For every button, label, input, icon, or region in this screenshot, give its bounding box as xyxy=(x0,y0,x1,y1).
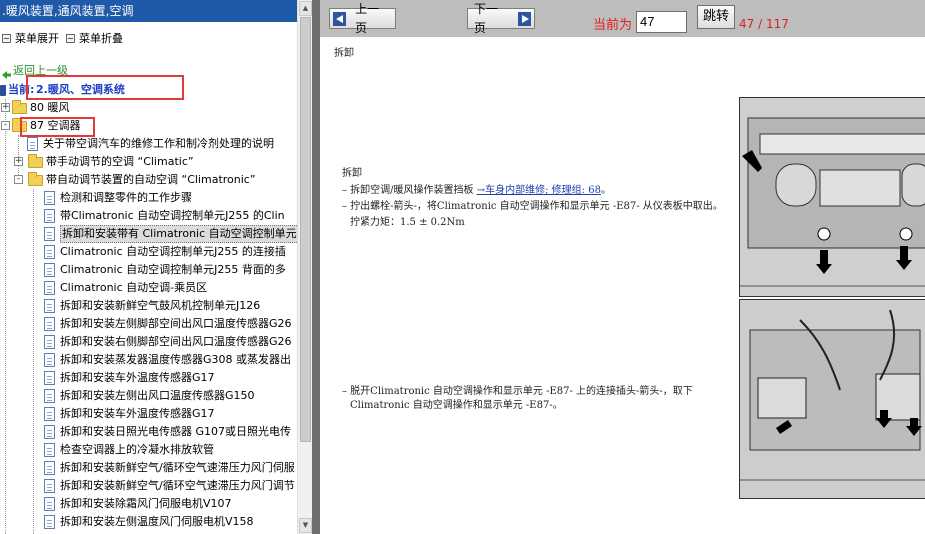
step-1: – 拆卸空调/暖风操作装置挡板 →车身内部维修; 修理组: 68。 xyxy=(342,184,611,197)
tree-item-label: 拆卸和安装左侧脚部空间出风口温度传感器G26 xyxy=(60,317,292,330)
back-arrow-icon xyxy=(2,67,11,79)
document-icon xyxy=(44,263,55,277)
tree-panel: .暖风装置,通风装置,空调 菜单展开 菜单折叠 返回上一级 当前: 2.暖风、空… xyxy=(0,0,312,534)
tree-item-label: 拆卸和安装左侧出风口温度传感器G150 xyxy=(60,389,255,402)
highlight-box-ac xyxy=(20,117,95,137)
prev-arrow-icon xyxy=(333,11,347,26)
torque-spec: 拧紧力矩：1.5 ± 0.2Nm xyxy=(350,217,465,228)
next-arrow-icon xyxy=(517,11,531,26)
sub-heading: 拆卸 xyxy=(342,168,362,179)
figure-control-panel xyxy=(739,97,925,297)
document-icon xyxy=(27,137,38,151)
connector-illustration xyxy=(740,300,925,498)
document-icon xyxy=(44,407,55,421)
tree-line xyxy=(5,99,6,534)
scroll-thumb[interactable] xyxy=(300,17,311,442)
next-page-label: 下一页 xyxy=(474,1,499,35)
location-icon xyxy=(0,85,6,96)
tree-item-label: Climatronic 自动空调控制单元J255 背面的多 xyxy=(60,263,286,276)
section-heading: 拆卸 xyxy=(334,48,354,59)
document-icon xyxy=(44,353,55,367)
tree-item-label: 拆卸和安装车外温度传感器G17 xyxy=(60,407,215,420)
expand-icon[interactable]: + xyxy=(14,157,23,166)
folder-icon xyxy=(28,154,43,168)
tree-item-label: Climatronic 自动空调-乘员区 xyxy=(60,281,208,294)
tree-item-label: 带自动调节装置的自动空调 “Climatronic” xyxy=(46,173,256,186)
document-icon xyxy=(44,389,55,403)
panel-divider[interactable] xyxy=(312,0,320,534)
repair-group-link[interactable]: →车身内部维修; 修理组: 68 xyxy=(477,185,601,196)
scroll-down-arrow-icon[interactable]: ▼ xyxy=(299,518,312,533)
tree-item-label: 拆卸和安装车外温度传感器G17 xyxy=(60,371,215,384)
document-icon xyxy=(44,245,55,259)
tree-scrollbar[interactable]: ▲ ▼ xyxy=(297,0,312,534)
tree-item-label: Climatronic 自动空调控制单元J255 的连接插 xyxy=(60,245,286,258)
page-number-input[interactable]: 47 xyxy=(636,11,687,33)
tree-item-label: 拆卸和安装新鲜空气/循环空气速滞压力风门伺服 xyxy=(60,461,295,474)
tree-item-label: 检查空调器上的冷凝水排放软管 xyxy=(60,443,214,456)
page-count: 47 / 117 xyxy=(739,17,789,31)
current-page-label: 当前为 xyxy=(593,18,633,33)
document-panel: 上一页 下一页 当前为 47 跳转 47 / 117 拆卸 拆卸 – 拆卸空调/… xyxy=(320,0,925,534)
document-icon xyxy=(44,317,55,331)
jump-button[interactable]: 跳转 xyxy=(697,5,735,29)
tree-item-label: 检测和调整零件的工作步骤 xyxy=(60,191,192,204)
document-icon xyxy=(44,461,55,475)
step-1-text: – 拆卸空调/暖风操作装置挡板 xyxy=(342,185,477,196)
collapse-icon[interactable]: - xyxy=(1,121,10,130)
expand-icon[interactable]: + xyxy=(1,103,10,112)
step-3: – 脱开Climatronic 自动空调操作和显示单元 -E87- 上的连接插头… xyxy=(342,386,693,397)
document-page: 拆卸 拆卸 – 拆卸空调/暖风操作装置挡板 →车身内部维修; 修理组: 68。 … xyxy=(320,37,925,534)
step-2: – 拧出螺栓-箭头-，将Climatronic 自动空调操作和显示单元 -E87… xyxy=(342,201,723,212)
document-icon xyxy=(44,497,55,511)
document-icon xyxy=(44,425,55,439)
document-icon xyxy=(44,191,55,205)
document-icon xyxy=(44,209,55,223)
figure-connectors xyxy=(739,299,925,499)
document-icon xyxy=(44,335,55,349)
document-icon xyxy=(44,371,55,385)
document-icon xyxy=(44,281,55,295)
tree-item-label: 拆卸和安装日照光电传感器 G107或日照光电传 xyxy=(60,425,292,438)
collapse-all-icon xyxy=(66,33,75,43)
tree-item-label: 拆卸和安装右侧脚部空间出风口温度传感器G26 xyxy=(60,335,292,348)
folder-open-icon xyxy=(28,172,43,186)
collapse-icon[interactable]: - xyxy=(14,175,23,184)
step-1-suffix: 。 xyxy=(600,185,611,196)
tree-item-label: 拆卸和安装新鲜空气鼓风机控制单元J126 xyxy=(60,299,261,312)
menu-collapse-label: 菜单折叠 xyxy=(79,32,123,45)
page-toolbar: 上一页 下一页 当前为 47 跳转 47 / 117 xyxy=(320,0,925,37)
tree-line xyxy=(33,189,34,534)
menu-expand-button[interactable]: 菜单展开 xyxy=(2,30,59,46)
prev-page-button[interactable]: 上一页 xyxy=(329,2,396,35)
tree-item-label: 关于带空调汽车的维修工作和制冷剂处理的说明 xyxy=(43,137,274,150)
next-page-button[interactable]: 下一页 xyxy=(467,2,535,35)
prev-page-label: 上一页 xyxy=(355,1,380,35)
document-icon xyxy=(44,227,55,241)
folder-icon xyxy=(12,100,27,114)
tree-item-label: 拆卸和安装蒸发器温度传感器G308 或蒸发器出 xyxy=(60,353,292,366)
tree-item-label: 拆卸和安装带有 Climatronic 自动空调控制单元 xyxy=(60,225,299,243)
menu-collapse-button[interactable]: 菜单折叠 xyxy=(66,30,123,46)
panel-title: .暖风装置,通风装置,空调 xyxy=(0,0,297,22)
scroll-up-arrow-icon[interactable]: ▲ xyxy=(299,1,312,16)
document-icon xyxy=(44,299,55,313)
document-icon xyxy=(44,443,55,457)
tree-item-label: 拆卸和安装左侧温度风门伺服电机V158 xyxy=(60,515,254,528)
document-icon xyxy=(44,515,55,529)
tree-item-label: 带手动调节的空调 “Climatic” xyxy=(46,155,194,168)
step-3-continued: Climatronic 自动空调操作和显示单元 -E87-。 xyxy=(350,400,563,411)
expand-all-icon xyxy=(2,33,11,43)
control-panel-illustration xyxy=(740,98,925,296)
tree-item-label: 80 暖风 xyxy=(30,101,70,114)
tree-item-label: 拆卸和安装新鲜空气/循环空气速滞压力风门调节 xyxy=(60,479,295,492)
menu-expand-label: 菜单展开 xyxy=(15,32,59,45)
tree-item-label: 带Climatronic 自动空调控制单元J255 的Clin xyxy=(60,209,285,222)
document-icon xyxy=(44,479,55,493)
tree-item-label: 拆卸和安装除霜风门伺服电机V107 xyxy=(60,497,232,510)
highlight-box-current xyxy=(26,75,184,100)
